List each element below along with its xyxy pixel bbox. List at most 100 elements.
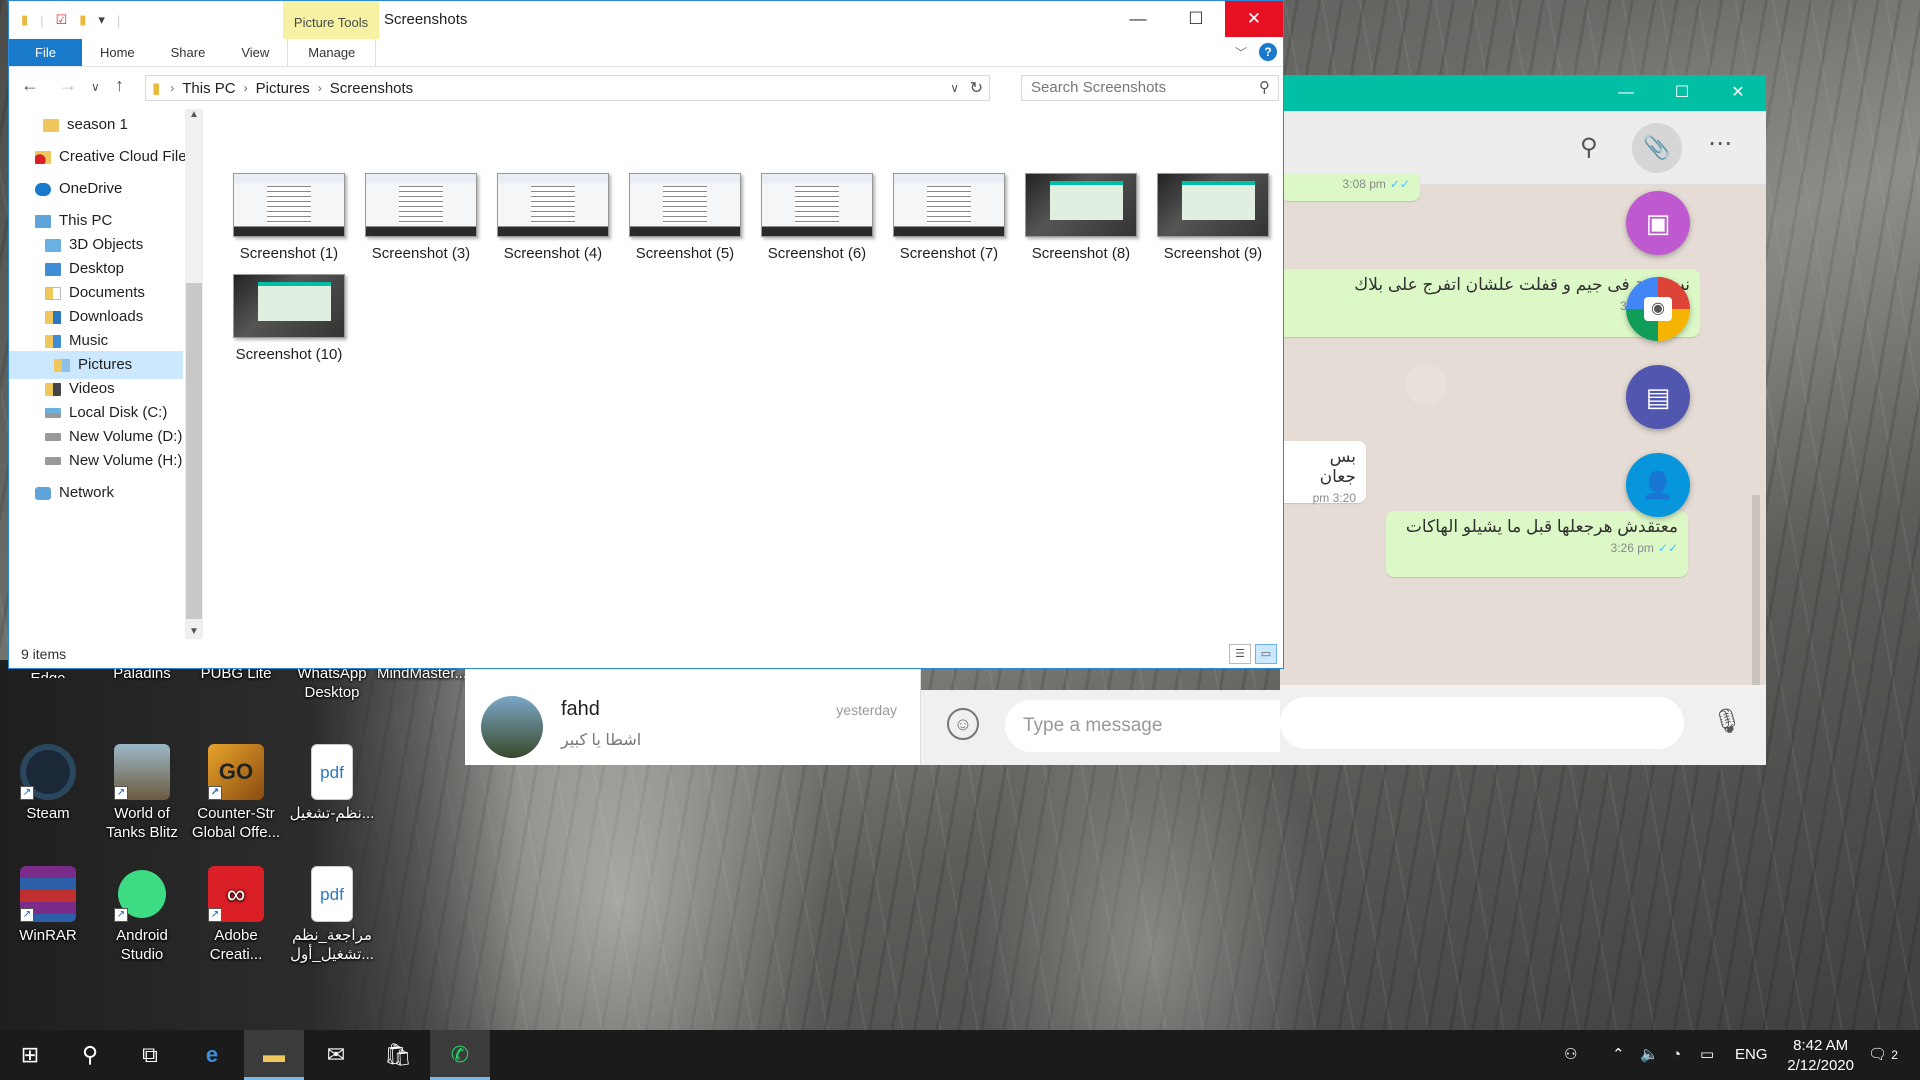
menu-icon[interactable]: ⋯ [1708,129,1732,158]
nav-item-season1[interactable]: season 1 [43,111,128,139]
large-icons-view-icon[interactable]: ▭ [1255,644,1277,664]
forward-icon[interactable]: → [59,75,77,96]
desktop-icon-adobe-cc[interactable]: ∞ ↗ Adobe Creati... [188,866,284,964]
attach-contact-button[interactable]: 👤 [1626,453,1690,517]
search-button[interactable]: ⚲ [60,1030,120,1080]
taskbar-mail[interactable]: ✉ [306,1030,366,1080]
desktop-icon-android-studio[interactable]: ↗ Android Studio [94,866,190,964]
search-box[interactable]: Search Screenshots ⚲ [1021,75,1279,101]
folder-icon: ▮ [21,12,29,27]
language-indicator[interactable]: ENG [1735,1030,1768,1080]
file-item[interactable]: Screenshot (10) [229,274,349,363]
nav-item-volume-h[interactable]: New Volume (H:) [45,447,182,475]
close-button[interactable]: ✕ [1710,75,1766,111]
notification-icon: 🗨 [1868,1046,1888,1063]
breadcrumb-screenshots[interactable]: Screenshots [330,80,413,97]
attach-icon[interactable]: 📎 [1632,123,1682,173]
address-bar[interactable]: ▮ › This PC › Pictures › Screenshots ∨ ↻ [145,75,990,101]
expand-ribbon-icon[interactable]: ﹀ [1235,44,1247,61]
microphone-icon[interactable]: 🎙 [1712,707,1742,736]
file-item[interactable]: Screenshot (9) [1153,173,1273,262]
nav-scrollbar[interactable]: ▲ ▼ [185,109,203,639]
android-studio-icon: ↗ [114,866,170,922]
scroll-up-icon[interactable]: ▲ [189,109,199,120]
message-input-right[interactable] [1280,697,1684,749]
up-icon[interactable]: ↑ [115,75,124,96]
show-hidden-icons-icon[interactable]: ⌃ [1612,1030,1625,1080]
nav-item-onedrive[interactable]: OneDrive [35,175,122,203]
maximize-button[interactable]: ☐ [1167,1,1225,37]
recent-locations-icon[interactable]: ∨ [91,80,100,94]
scrollbar-thumb[interactable] [186,283,202,619]
file-item[interactable]: Screenshot (5) [625,173,745,262]
desktop-icon-csgo[interactable]: GO ↗ Counter-Str Global Offe... [188,744,284,842]
close-button[interactable]: ✕ [1225,1,1283,37]
nav-label: New Volume (H:) [69,452,183,469]
taskbar-file-explorer[interactable]: ▬ [244,1030,304,1080]
nav-item-creative-cloud[interactable]: Creative Cloud Files [35,143,185,171]
adobe-creative-cloud-icon: ∞ ↗ [208,866,264,922]
tab-manage[interactable]: Manage [287,39,377,66]
properties-icon[interactable]: ☑ [56,12,68,28]
maximize-button[interactable]: ☐ [1654,75,1710,111]
breadcrumb-pictures[interactable]: Pictures [256,80,310,97]
start-button[interactable]: ⊞ [0,1030,60,1080]
tab-view[interactable]: View [223,39,287,66]
taskbar-whatsapp[interactable]: ✆ [430,1030,490,1080]
nav-item-network[interactable]: Network [35,479,114,507]
new-folder-icon[interactable]: ▮ [79,12,86,28]
tab-share[interactable]: Share [153,39,224,66]
scroll-down-icon[interactable]: ▼ [189,626,199,637]
help-icon[interactable]: ? [1259,43,1277,61]
breadcrumb-this-pc[interactable]: This PC [182,80,235,97]
file-item[interactable]: Screenshot (4) [493,173,613,262]
refresh-icon[interactable]: ↻ [970,78,983,98]
task-view-button[interactable]: ⧉ [120,1030,180,1080]
desktop-icon-pdf1[interactable]: pdf نظم-تشغيل... [284,744,380,823]
tab-file[interactable]: File [9,39,82,66]
clock[interactable]: 8:42 AM 2/12/2020 [1787,1036,1854,1076]
file-item[interactable]: Screenshot (7) [889,173,1009,262]
taskbar-edge[interactable]: e [182,1030,242,1080]
address-dropdown-icon[interactable]: ∨ [950,81,959,95]
notification-center-button[interactable]: 🗨 2 [1868,1030,1898,1080]
chat-list-item[interactable]: fahd yesterday اشطا يا كبير [465,688,921,758]
file-name: Screenshot (8) [1031,245,1131,262]
desktop-icon-steam[interactable]: ↗ Steam [0,744,96,823]
message-input[interactable]: Type a message [1005,700,1281,752]
wifi-icon[interactable]: ◔ [1672,1030,1681,1080]
onedrive-cloud-icon [35,182,51,196]
minimize-button[interactable]: — [1598,75,1654,111]
whatsapp-chat-list[interactable]: fahd yesterday اشطا يا كبير [465,668,921,765]
back-icon[interactable]: ← [21,75,39,96]
file-name: Screenshot (9) [1163,245,1263,262]
network-icon [35,486,51,500]
file-item[interactable]: Screenshot (1) [229,173,349,262]
nav-label: Network [59,484,115,501]
desktop-icon-pdf2[interactable]: pdf مراجعة_نظم تشغيل_أول... [284,866,380,964]
attach-gallery-button[interactable]: ▣ [1626,191,1690,255]
tab-home[interactable]: Home [82,39,153,66]
chat-scrollbar[interactable] [1752,495,1760,685]
customize-qat-icon[interactable]: ▾ [98,12,105,28]
volume-icon[interactable]: 🔈 [1640,1030,1659,1080]
file-item[interactable]: Screenshot (6) [757,173,877,262]
task-view-icon: ⧉ [142,1042,158,1067]
file-item[interactable]: Screenshot (3) [361,173,481,262]
attach-camera-button[interactable]: ◉ [1626,277,1690,341]
picture-tools-label: Picture Tools [283,1,379,39]
file-explorer-icon: ▬ [263,1042,285,1067]
battery-icon[interactable]: ▭ [1700,1030,1714,1080]
attach-document-button[interactable]: ▤ [1626,365,1690,429]
desktop-icon-wot[interactable]: ↗ World of Tanks Blitz [94,744,190,842]
message-time: 3:08 pm [1342,177,1386,191]
emoji-icon[interactable]: ☺ [947,708,979,740]
file-item[interactable]: Screenshot (8) [1021,173,1141,262]
minimize-button[interactable]: — [1109,1,1167,37]
search-icon[interactable]: ⚲ [1580,133,1598,162]
desktop-icon-whatsapp[interactable]: WhatsApp Desktop [284,664,380,702]
people-icon[interactable]: ⚇ [1564,1030,1577,1080]
taskbar-store[interactable]: 🛍 [368,1030,428,1080]
details-view-icon[interactable]: ☰ [1229,644,1251,664]
desktop-icon-winrar[interactable]: ↗ WinRAR [0,866,96,945]
